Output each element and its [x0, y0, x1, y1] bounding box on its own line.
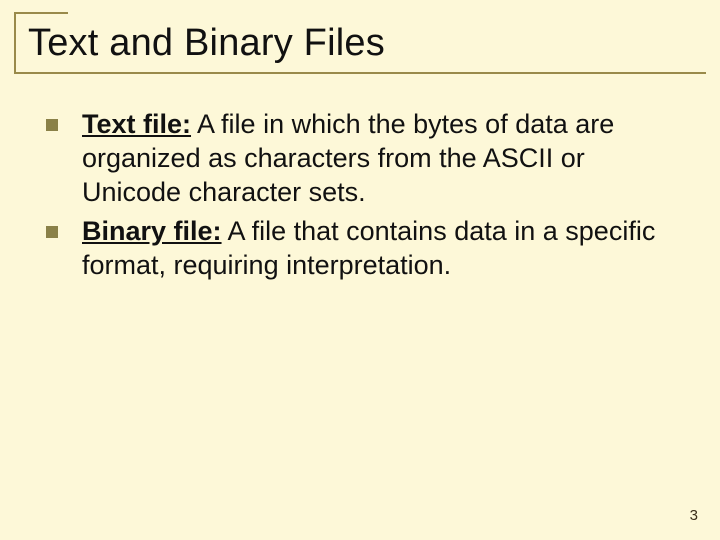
- title-rule-top: [14, 12, 68, 14]
- bullet-term: Binary file:: [82, 216, 222, 246]
- bullet-item: Binary file: A file that contains data i…: [42, 215, 672, 283]
- bullet-text: Text file: A file in which the bytes of …: [82, 108, 672, 209]
- slide-body: Text file: A file in which the bytes of …: [42, 108, 672, 289]
- title-rule-bottom: [14, 72, 706, 74]
- bullet-text: Binary file: A file that contains data i…: [82, 215, 672, 283]
- slide: Text and Binary Files Text file: A file …: [0, 0, 720, 540]
- square-bullet-icon: [46, 226, 58, 238]
- bullet-item: Text file: A file in which the bytes of …: [42, 108, 672, 209]
- square-bullet-icon: [46, 119, 58, 131]
- title-rule-left: [14, 12, 16, 72]
- page-number: 3: [690, 507, 698, 524]
- bullet-term: Text file:: [82, 109, 191, 139]
- slide-title: Text and Binary Files: [28, 22, 385, 65]
